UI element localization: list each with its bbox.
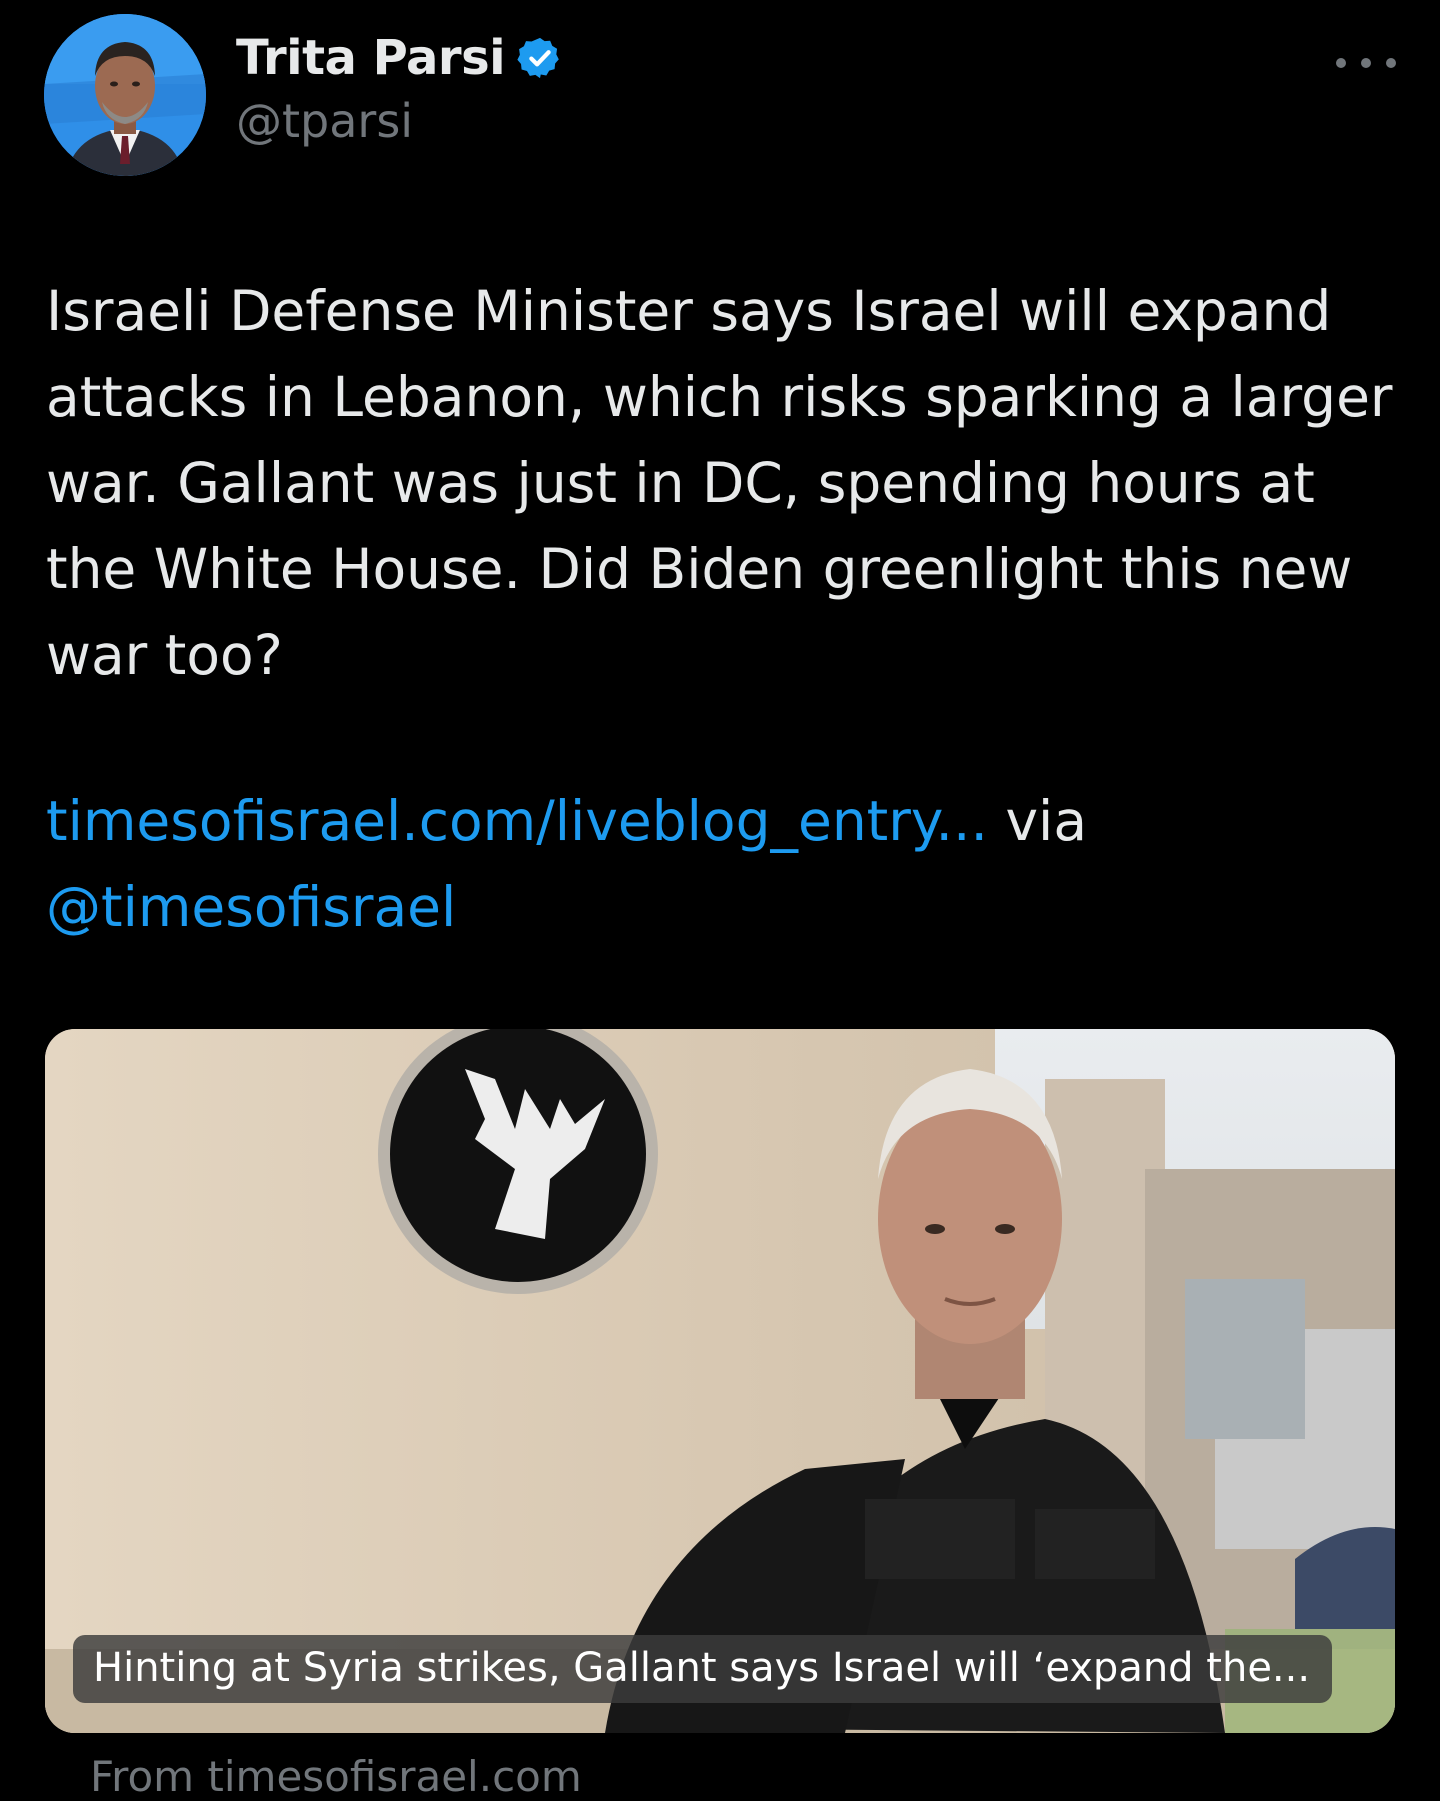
tweet-header: Trita Parsi @tparsi	[44, 14, 1396, 176]
via-text: via	[1005, 789, 1088, 853]
more-dot	[1386, 58, 1396, 68]
display-name[interactable]: Trita Parsi	[236, 30, 506, 86]
avatar[interactable]	[44, 14, 206, 176]
handle[interactable]: @tparsi	[236, 94, 563, 148]
link-preview-card[interactable]: Hinting at Syria strikes, Gallant says I…	[45, 1029, 1395, 1733]
more-dot	[1336, 58, 1346, 68]
tweet-text: Israeli Defense Minister says Israel wil…	[46, 279, 1393, 687]
card-image	[45, 1029, 1395, 1733]
tweet-links: timesofisrael.com/liveblog_entry... via …	[46, 778, 1406, 950]
display-name-row: Trita Parsi	[236, 28, 563, 88]
author-names: Trita Parsi @tparsi	[236, 28, 563, 148]
card-source[interactable]: From timesofisrael.com	[90, 1752, 582, 1801]
verified-badge-icon	[517, 35, 563, 81]
tweet: Trita Parsi @tparsi Israeli Defense Mini…	[0, 0, 1440, 1801]
article-link[interactable]: timesofisrael.com/liveblog_entry...	[46, 789, 988, 853]
more-options-icon[interactable]	[1336, 48, 1396, 78]
mention-link[interactable]: @timesofisrael	[46, 875, 456, 939]
card-caption: Hinting at Syria strikes, Gallant says I…	[73, 1635, 1333, 1703]
avatar-image	[44, 14, 206, 176]
more-dot	[1361, 58, 1371, 68]
